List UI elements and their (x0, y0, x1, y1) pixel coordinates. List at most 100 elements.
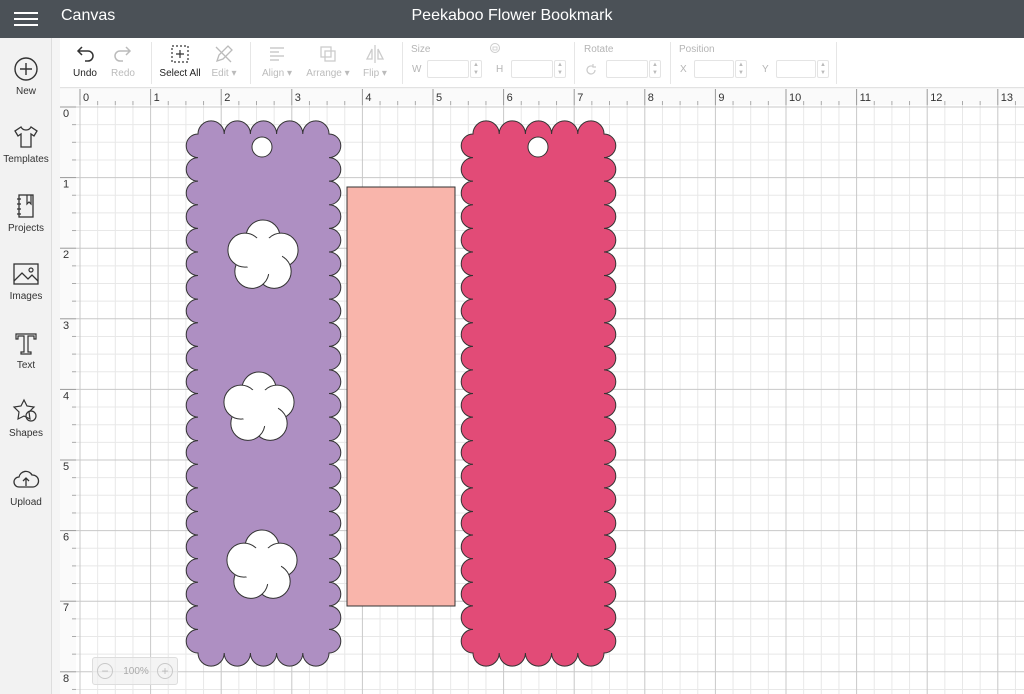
toolbar: Undo Redo Select All Edit ▾ Align ▾ Arra… (60, 38, 1024, 88)
pink-scalloped-bookmark[interactable] (460, 120, 617, 667)
cloud-upload-icon (13, 470, 40, 488)
sidebar-item-label: Images (9, 291, 43, 302)
rotate-stepper[interactable]: ▲ ▼ (649, 60, 661, 78)
ruler-x-label: 3 (295, 92, 301, 104)
toolbar-divider (574, 42, 575, 84)
flip-label: Flip (363, 68, 380, 79)
sidebar-item-label: Shapes (9, 428, 43, 439)
shapes-icon (12, 398, 37, 422)
zoom-out-button[interactable]: − (97, 663, 113, 679)
toolbar-divider (402, 42, 403, 84)
ruler-x-label: 0 (83, 92, 89, 104)
top-bar: Canvas Peekaboo Flower Bookmark (0, 0, 1024, 38)
sidebar-item-label: Projects (7, 223, 45, 234)
width-field[interactable] (427, 60, 469, 78)
ruler-x-label: 1 (154, 92, 160, 104)
y-position-field[interactable] (776, 60, 816, 78)
flip-dropdown[interactable]: Flip ▾ (358, 38, 392, 88)
text-t-icon (15, 333, 37, 355)
undo-icon (76, 46, 94, 62)
sidebar-item-shapes[interactable]: Shapes (0, 396, 52, 456)
zoom-control: − 100% + (92, 657, 178, 685)
ruler-y-label: 4 (63, 390, 69, 402)
edit-pencil-icon (215, 45, 233, 63)
width-letter: W (412, 64, 422, 75)
align-label: Align (261, 68, 285, 79)
rotate-field[interactable] (606, 60, 648, 78)
size-label: Size (411, 44, 431, 55)
ruler-x-label: 12 (930, 92, 942, 104)
select-all-icon (171, 45, 189, 63)
canvas-svg[interactable]: 0 1 2 3 4 5 6 7 8 9 10 11 12 13 012345678 (60, 89, 1024, 694)
arrange-icon (320, 46, 336, 62)
height-field[interactable] (511, 60, 553, 78)
ruler-y-label: 7 (63, 602, 69, 614)
x-position-field[interactable] (694, 60, 734, 78)
height-letter: H (496, 64, 504, 75)
hanging-hole-icon (251, 136, 273, 158)
sidebar-item-new[interactable]: New (0, 54, 52, 114)
sidebar-item-upload[interactable]: Upload (0, 465, 52, 525)
select-all-button[interactable]: Select All (157, 38, 203, 88)
arrange-dropdown[interactable]: Arrange ▾ (302, 38, 354, 88)
toolbar-divider (836, 42, 837, 84)
ruler-x-label: 4 (365, 92, 371, 104)
redo-button[interactable]: Redo (106, 38, 140, 88)
ruler-y-label: 1 (63, 179, 69, 191)
ruler-x-label: 9 (718, 92, 724, 104)
plus-circle-icon (14, 57, 38, 81)
y-letter: Y (762, 64, 769, 75)
ruler-x-label: 5 (436, 92, 442, 104)
ruler-horizontal-bg (60, 89, 1024, 105)
rotate-label: Rotate (584, 44, 614, 55)
sidebar-item-templates[interactable]: Templates (0, 122, 52, 182)
flower-center (240, 389, 278, 427)
design-canvas[interactable]: 0 1 2 3 4 5 6 7 8 9 10 11 12 13 012345678 (60, 89, 1024, 694)
x-position-stepper[interactable]: ▲ ▼ (735, 60, 747, 78)
project-title[interactable]: Peekaboo Flower Bookmark (0, 7, 1024, 25)
flip-icon (365, 45, 385, 63)
ruler-x-label: 10 (789, 92, 801, 104)
align-icon (270, 47, 284, 61)
height-stepper[interactable]: ▲ ▼ (554, 60, 566, 78)
y-position-stepper[interactable]: ▲ ▼ (817, 60, 829, 78)
toolbar-divider (670, 42, 671, 84)
peach-rectangle[interactable] (346, 186, 456, 607)
zoom-level: 100% (123, 666, 149, 677)
position-label: Position (679, 44, 715, 55)
flower-center (244, 237, 282, 275)
edit-dropdown[interactable]: Edit ▾ (206, 38, 242, 88)
sidebar-item-text[interactable]: Text (0, 328, 52, 388)
width-stepper[interactable]: ▲ ▼ (470, 60, 482, 78)
tshirt-icon (14, 126, 38, 148)
select-all-label: Select All (159, 68, 201, 79)
sidebar-item-projects[interactable]: Projects (0, 191, 52, 251)
ruler-x-label: 6 (507, 92, 513, 104)
align-dropdown[interactable]: Align ▾ (256, 38, 298, 88)
x-letter: X (680, 64, 687, 75)
sidebar-item-images[interactable]: Images (0, 259, 52, 319)
ruler-x-label: 13 (1001, 92, 1013, 104)
ruler-y-label: 6 (63, 532, 69, 544)
sidebar-item-label: Templates (3, 154, 49, 165)
edit-label: Edit (211, 68, 229, 79)
ruler-y-label: 5 (63, 461, 69, 473)
undo-button[interactable]: Undo (68, 38, 102, 88)
image-icon (13, 263, 39, 285)
arrange-label: Arrange (306, 68, 342, 79)
ruler-y-label: 3 (63, 320, 69, 332)
ruler-x-label: 2 (224, 92, 230, 104)
ruler-y-label: 0 (63, 108, 69, 120)
sidebar-item-label: Upload (10, 497, 42, 508)
notebook-icon (17, 194, 34, 218)
ruler-y-label: 8 (63, 673, 69, 685)
zoom-in-button[interactable]: + (157, 663, 173, 679)
flower-center (243, 547, 281, 585)
rotate-icon (586, 64, 596, 75)
ruler-vertical: 0 1 2 3 4 5 6 7 8 (60, 89, 76, 694)
lock-icon[interactable] (489, 42, 501, 54)
ruler-y-label: 2 (63, 249, 69, 261)
ruler-x-label: 7 (577, 92, 583, 104)
ruler-x-label: 11 (860, 92, 871, 104)
redo-label: Redo (111, 68, 135, 79)
